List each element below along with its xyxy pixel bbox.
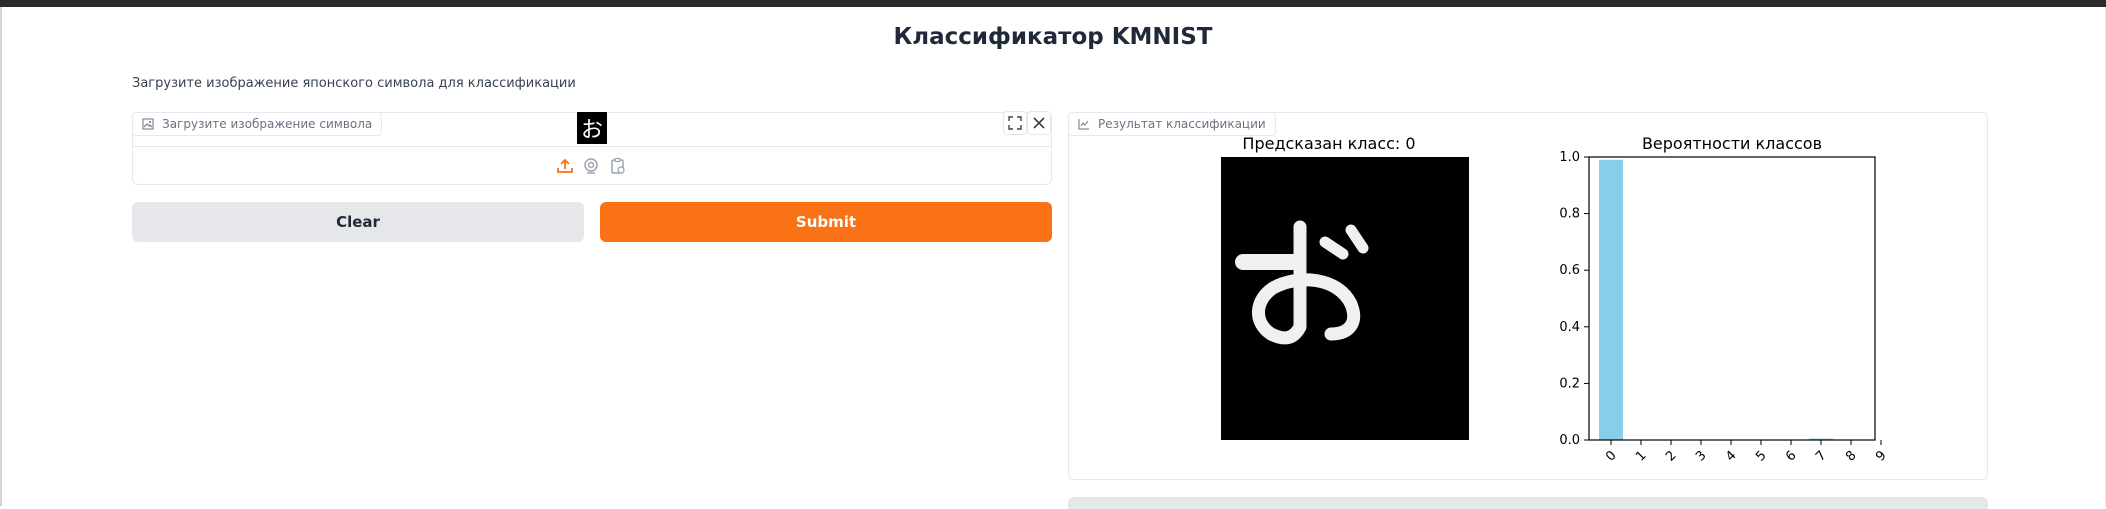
y-tick-label: 0.8: [1559, 207, 1580, 222]
y-tick-label: 0.2: [1559, 376, 1580, 391]
close-icon: [1033, 117, 1045, 129]
uploaded-image-preview[interactable]: お: [577, 112, 607, 144]
x-tick-label: 3: [1693, 448, 1709, 464]
clear-button[interactable]: Clear: [132, 202, 584, 242]
submit-button[interactable]: Submit: [600, 202, 1052, 242]
x-tick-label: 0: [1603, 448, 1619, 464]
y-tick-label: 0.4: [1559, 320, 1580, 335]
x-tick-label: 9: [1873, 448, 1889, 464]
image-source-bar: [132, 146, 1052, 184]
fullscreen-button[interactable]: [1003, 111, 1027, 135]
page-description: Загрузите изображение японского символа …: [132, 76, 576, 91]
page-title: Классификатор KMNIST: [893, 24, 1213, 50]
y-tick-label: 0.0: [1559, 433, 1580, 448]
kmnist-image: [1221, 157, 1469, 440]
y-tick-label: 0.6: [1559, 263, 1580, 278]
x-tick-label: 7: [1813, 448, 1829, 464]
x-tick-label: 6: [1783, 448, 1799, 464]
chart-title: Вероятности классов: [1642, 134, 1822, 153]
x-tick-label: 5: [1753, 448, 1769, 464]
fullscreen-icon: [1008, 116, 1022, 130]
probability-chart: Вероятности классов 0.0 0.2 0.4 0.6 0.8 1.0 0…: [1559, 134, 1889, 465]
image-input-label-text: Загрузите изображение символа: [162, 117, 373, 131]
bar-class-0: [1599, 159, 1623, 440]
plot-frame: [1588, 156, 1876, 441]
flag-button-strip: [1068, 497, 1988, 509]
x-tick-label: 4: [1723, 448, 1739, 464]
result-figure: Предсказан класс: 0 Вероятности классов …: [1221, 134, 1890, 465]
clear-image-button[interactable]: [1027, 111, 1051, 135]
predicted-class-title: Предсказан класс: 0: [1242, 134, 1415, 153]
image-input-label: Загрузите изображение символа: [132, 112, 383, 136]
clipboard-icon[interactable]: [609, 157, 627, 175]
left-edge: [0, 7, 2, 506]
top-bar: [0, 0, 2106, 7]
x-tick-label: 8: [1843, 448, 1859, 464]
webcam-icon[interactable]: [582, 157, 600, 175]
y-tick-label: 1.0: [1559, 150, 1580, 165]
image-icon: [142, 118, 154, 130]
x-tick-label: 1: [1633, 448, 1649, 464]
upload-icon[interactable]: [556, 157, 574, 175]
x-tick-label: 2: [1663, 448, 1679, 464]
